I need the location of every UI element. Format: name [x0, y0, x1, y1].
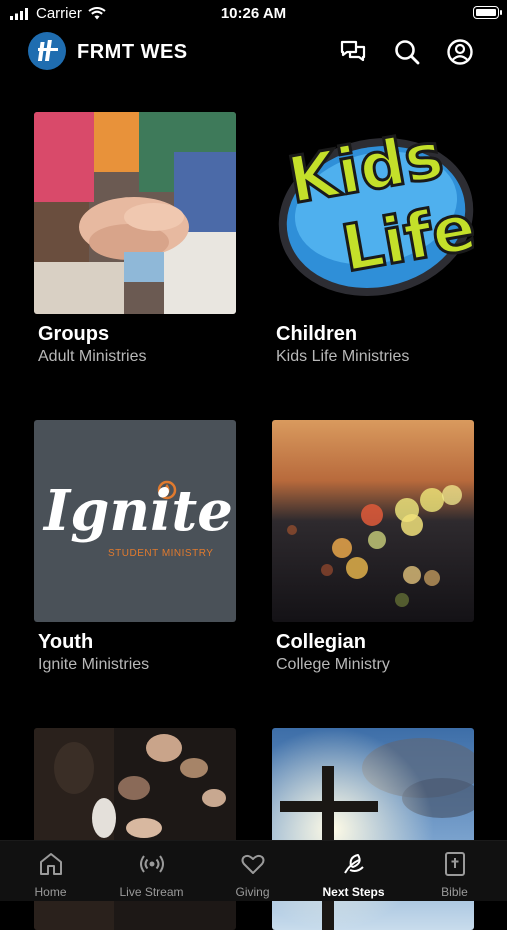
card-subtitle: Kids Life Ministries: [276, 348, 410, 365]
tab-bible[interactable]: Bible: [404, 841, 505, 901]
card-collegian[interactable]: Collegian College Ministry: [272, 420, 474, 673]
tab-label: Giving: [235, 885, 270, 899]
card-subtitle: Adult Ministries: [38, 348, 147, 365]
app-title: FRMT WES: [77, 41, 188, 63]
card-title: Children: [276, 323, 358, 345]
clock: 10:26 AM: [220, 5, 287, 22]
card-title: Groups: [38, 323, 110, 345]
tab-home[interactable]: Home: [0, 841, 101, 901]
tab-next-steps[interactable]: Next Steps: [303, 841, 404, 901]
bible-icon: [444, 852, 465, 876]
ignite-tagline: STUDENT MINISTRY: [108, 548, 214, 559]
collegian-image: [272, 420, 474, 622]
ignite-wordmark: Ignite: [44, 478, 233, 544]
tab-giving[interactable]: Giving: [202, 841, 303, 901]
battery-icon: [473, 6, 502, 19]
profile-icon[interactable]: [446, 38, 474, 66]
card-title: Collegian: [276, 631, 367, 653]
logo-icon[interactable]: [28, 32, 66, 70]
app-header: FRMT WES: [0, 28, 507, 78]
broadcast-icon: [139, 855, 164, 873]
card-youth[interactable]: Ignite STUDENT MINISTRY Youth Ignite Min…: [34, 420, 236, 673]
ignite-logo: Ignite STUDENT MINISTRY: [34, 420, 236, 622]
kids-life-logo: Kids Life: [272, 112, 474, 314]
card-groups[interactable]: Groups Adult Ministries: [34, 112, 236, 365]
tab-live-stream[interactable]: Live Stream: [101, 841, 202, 901]
tab-bar: Home Live Stream Giving Next Steps Bible: [0, 840, 507, 901]
tab-label: Home: [34, 885, 67, 899]
status-bar: Carrier 10:26 AM: [0, 0, 507, 28]
card-title: Youth: [38, 631, 94, 653]
chat-icon[interactable]: [339, 38, 367, 66]
search-icon[interactable]: [393, 38, 421, 66]
card-subtitle: Ignite Ministries: [38, 656, 150, 673]
home-icon: [39, 853, 62, 875]
card-subtitle: College Ministry: [276, 656, 390, 673]
card-children[interactable]: Kids Life Children Kids Life Ministries: [272, 112, 474, 365]
tab-label: Next Steps: [322, 885, 385, 899]
tab-label: Live Stream: [119, 885, 184, 899]
groups-image: [34, 112, 236, 314]
leaf-icon: [343, 854, 364, 874]
tab-label: Bible: [441, 885, 468, 899]
heart-icon: [241, 854, 264, 874]
